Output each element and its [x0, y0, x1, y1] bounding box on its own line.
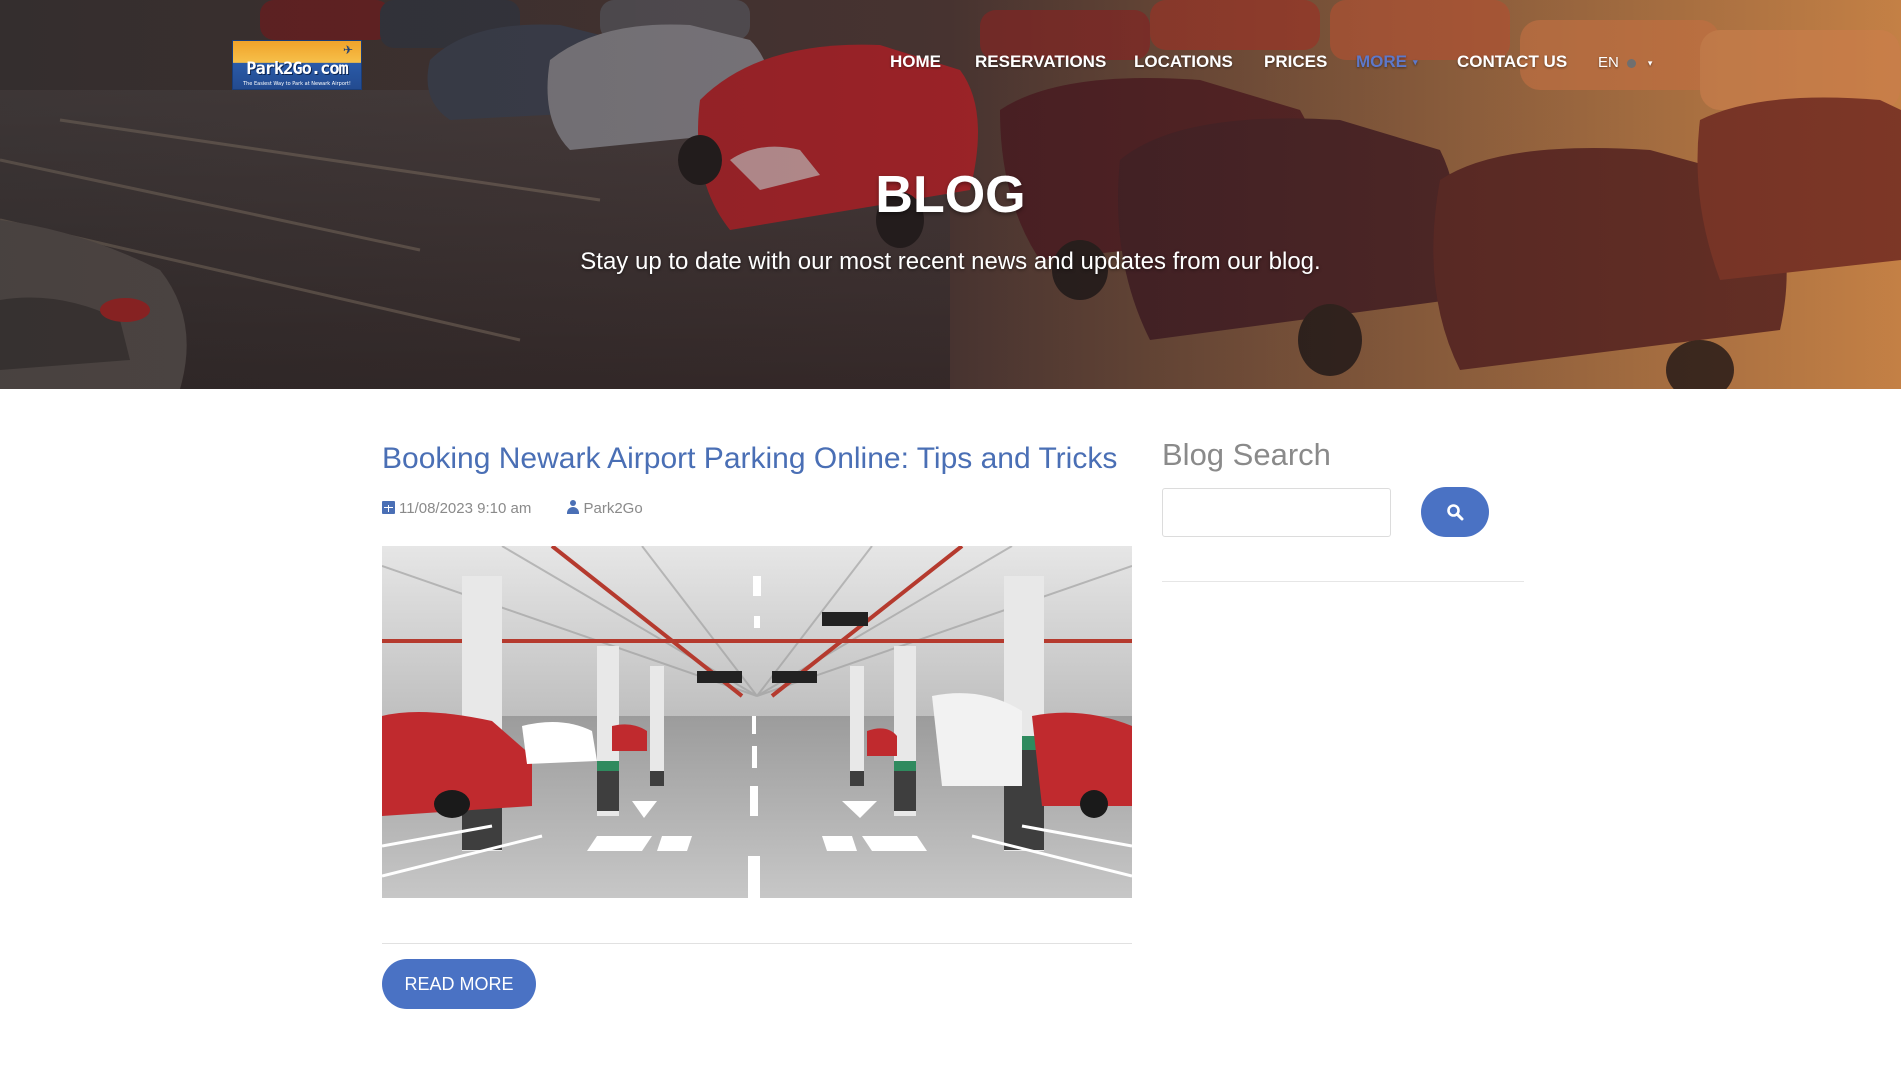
- search-icon: [1447, 504, 1464, 521]
- nav-home[interactable]: HOME: [890, 52, 941, 72]
- read-more-button[interactable]: READ MORE: [382, 959, 536, 1009]
- blog-search-input[interactable]: [1162, 488, 1391, 537]
- post-title-link[interactable]: Booking Newark Airport Parking Online: T…: [382, 442, 1117, 476]
- globe-icon: [1626, 58, 1636, 68]
- language-label: EN: [1598, 54, 1619, 71]
- language-selector[interactable]: EN ▾: [1598, 54, 1652, 71]
- nav-reservations[interactable]: RESERVATIONS: [975, 52, 1106, 72]
- page-subtitle: Stay up to date with our most recent new…: [580, 248, 1321, 275]
- sidebar-divider: [1162, 581, 1524, 582]
- user-icon: [566, 500, 580, 514]
- calendar-icon: [382, 501, 395, 514]
- blog-search-title: Blog Search: [1162, 437, 1331, 472]
- parking-garage-image: [382, 546, 1132, 898]
- nav-prices[interactable]: PRICES: [1264, 52, 1327, 72]
- post-date: 11/08/2023 9:10 am: [399, 500, 532, 517]
- hero-banner: ✈ Park2Go.com The Easiest Way to Park at…: [0, 0, 1901, 389]
- post-featured-image[interactable]: [382, 546, 1132, 898]
- blog-search-button[interactable]: [1421, 487, 1489, 537]
- caret-down-icon: ▾: [1647, 57, 1653, 68]
- post-divider: [382, 943, 1132, 944]
- page-title: BLOG: [875, 166, 1026, 224]
- main-nav: HOME RESERVATIONS LOCATIONS PRICES MORE ▾…: [0, 52, 1901, 76]
- nav-contact-us[interactable]: CONTACT US: [1457, 52, 1567, 72]
- nav-more[interactable]: MORE ▾: [1356, 52, 1418, 72]
- post-meta: 11/08/2023 9:10 am Park2Go: [382, 500, 643, 517]
- nav-more-label: MORE: [1356, 52, 1407, 71]
- nav-locations[interactable]: LOCATIONS: [1134, 52, 1233, 72]
- post-author: Park2Go: [583, 500, 643, 517]
- caret-down-icon: ▾: [1413, 57, 1418, 68]
- logo-tagline: The Easiest Way to Park at Newark Airpor…: [243, 81, 351, 87]
